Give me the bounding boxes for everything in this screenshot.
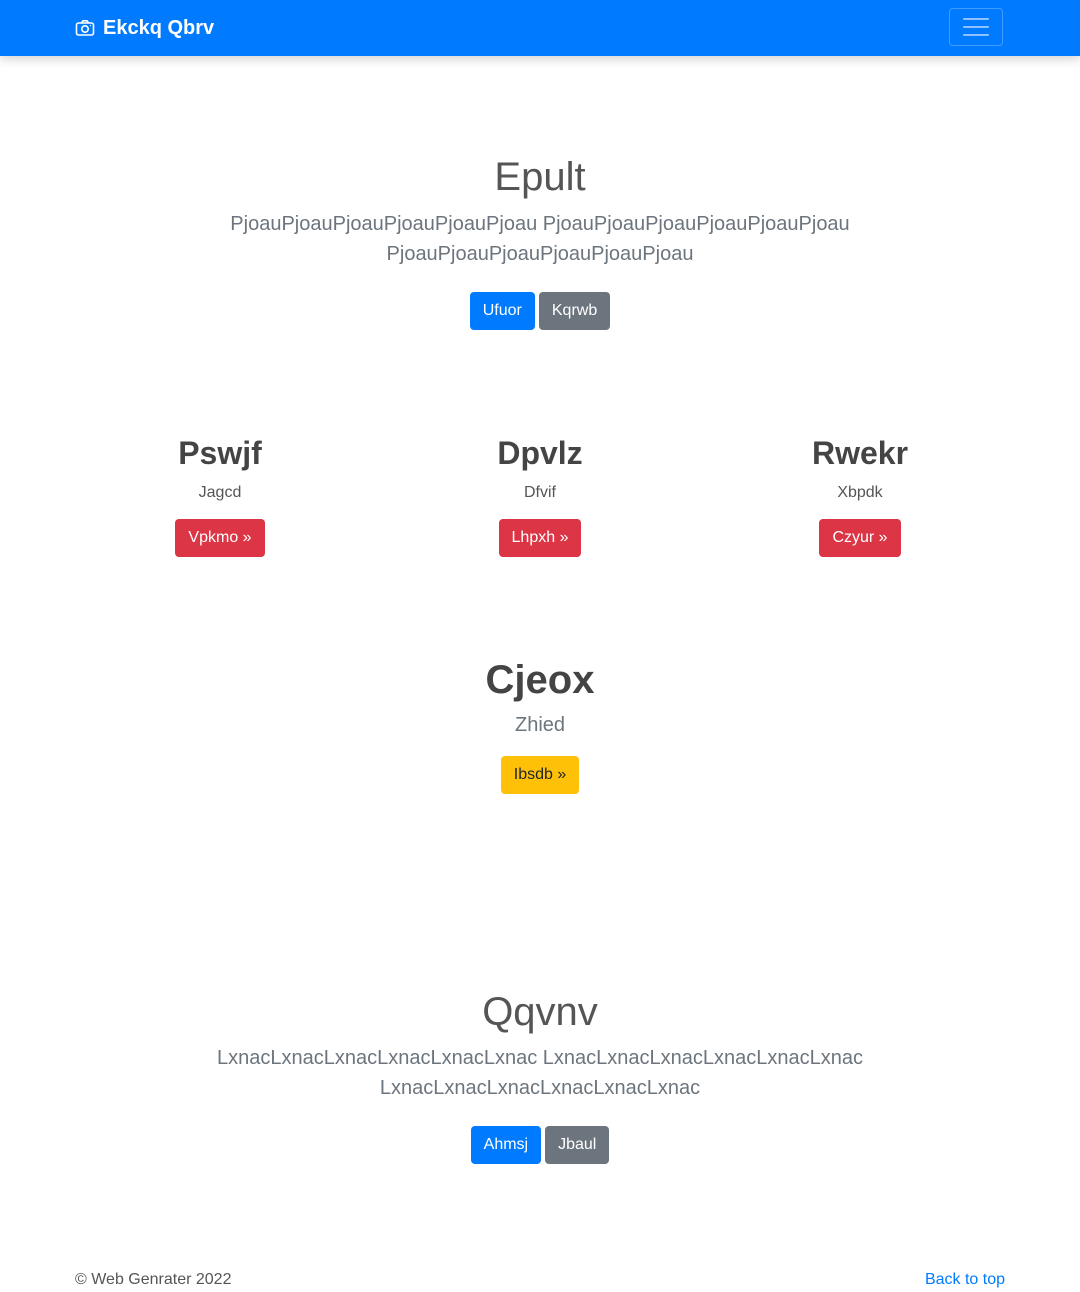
hero-buttons: Ufuor Kqrwb	[0, 292, 1080, 330]
section2-lead-line-1: LxnacLxnacLxnacLxnacLxnacLxnac LxnacLxna…	[217, 1047, 863, 1069]
hero-secondary-button[interactable]: Kqrwb	[538, 292, 611, 330]
feature-button-row: Ibsdb »	[0, 756, 1080, 794]
section2-lead-line-2: LxnacLxnacLxnacLxnacLxnacLxnac	[379, 1077, 701, 1099]
hero-title: Epult	[494, 155, 586, 199]
column-heading: Rwekr	[811, 435, 909, 471]
section2-title: Qqvnv	[482, 990, 598, 1034]
footer-copyright: © Web Genrater 2022	[75, 1271, 232, 1288]
feature-heading: Cjeox	[485, 658, 595, 702]
column-2: Dpvlz Dfvif Lhpxh »	[380, 434, 700, 558]
column-button[interactable]: Lhpxh »	[498, 519, 582, 558]
navbar-brand[interactable]: Ekckq Qbrv	[75, 14, 214, 42]
hero-lead-line-1: PjoauPjoauPjoauPjoauPjoauPjoau PjoauPjoa…	[230, 213, 850, 235]
brand-label: Ekckq Qbrv	[103, 16, 215, 39]
hero-lead-line-2: PjoauPjoauPjoauPjoauPjoauPjoau	[386, 243, 694, 265]
navbar-toggler-button[interactable]	[949, 8, 1003, 46]
navbar: Ekckq Qbrv	[0, 0, 1080, 56]
column-text: Dfvif	[524, 484, 556, 502]
column-button[interactable]: Vpkmo »	[175, 519, 265, 558]
hamburger-menu-icon	[962, 16, 990, 38]
section2-secondary-button[interactable]: Jbaul	[545, 1126, 610, 1164]
camera-icon	[75, 18, 95, 38]
back-to-top-link[interactable]: Back to top	[925, 1271, 1005, 1289]
hero-primary-button[interactable]: Ufuor	[469, 292, 535, 330]
feature-button[interactable]: Ibsdb »	[500, 756, 580, 794]
column-button[interactable]: Czyur »	[819, 519, 901, 558]
column-3: Rwekr Xbpdk Czyur »	[700, 434, 1020, 558]
column-1: Pswjf Jagcd Vpkmo »	[60, 434, 380, 558]
column-text: Xbpdk	[837, 484, 883, 502]
section2-primary-button[interactable]: Ahmsj	[470, 1126, 542, 1164]
feature-subtitle: Zhied	[514, 714, 566, 736]
column-text: Jagcd	[198, 484, 242, 502]
column-heading: Pswjf	[178, 435, 262, 471]
section2-buttons: Ahmsj Jbaul	[0, 1126, 1080, 1164]
column-heading: Dpvlz	[497, 435, 583, 471]
